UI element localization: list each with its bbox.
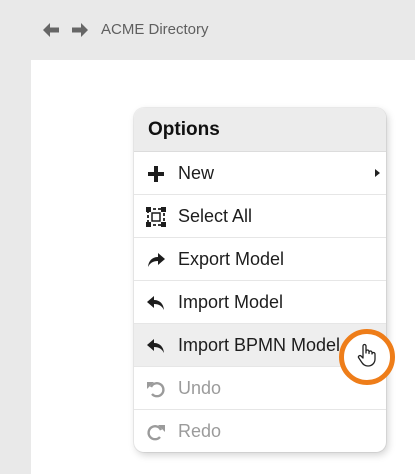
menu-item-label: Export Model	[178, 249, 285, 269]
menu-item-new[interactable]: New	[134, 152, 386, 195]
options-context-menu: Options New Select All Export Model Impo…	[134, 108, 386, 452]
menu-item-label: New	[178, 163, 215, 183]
menu-item-export-model[interactable]: Export Model	[134, 238, 386, 281]
arrow-right-icon	[72, 23, 88, 37]
reply-icon	[147, 296, 164, 310]
breadcrumb[interactable]: ACME Directory	[101, 21, 209, 39]
back-button[interactable]	[42, 21, 60, 39]
menu-item-label: Import Model	[178, 292, 284, 312]
reply-icon	[147, 339, 164, 353]
menu-title: Options	[134, 108, 386, 152]
menu-item-select-all[interactable]: Select All	[134, 195, 386, 238]
hand-pointer-icon	[357, 343, 376, 367]
menu-item-label: Import BPMN Model	[178, 335, 341, 355]
menu-item-import-model[interactable]: Import Model	[134, 281, 386, 324]
redo-icon	[147, 425, 165, 441]
cursor-highlight	[339, 329, 395, 385]
plus-icon	[148, 166, 164, 182]
arrow-left-icon	[43, 23, 59, 37]
menu-item-redo[interactable]: Redo	[134, 410, 386, 452]
undo-icon	[147, 382, 165, 398]
menu-item-label: Undo	[178, 378, 222, 398]
submenu-arrow-icon	[375, 169, 380, 177]
select-all-icon	[146, 207, 166, 227]
forward-button[interactable]	[71, 21, 89, 39]
top-bar: ACME Directory	[0, 0, 415, 60]
menu-item-label: Redo	[178, 421, 222, 441]
menu-item-label: Select All	[178, 206, 253, 226]
share-forward-icon	[148, 253, 165, 267]
